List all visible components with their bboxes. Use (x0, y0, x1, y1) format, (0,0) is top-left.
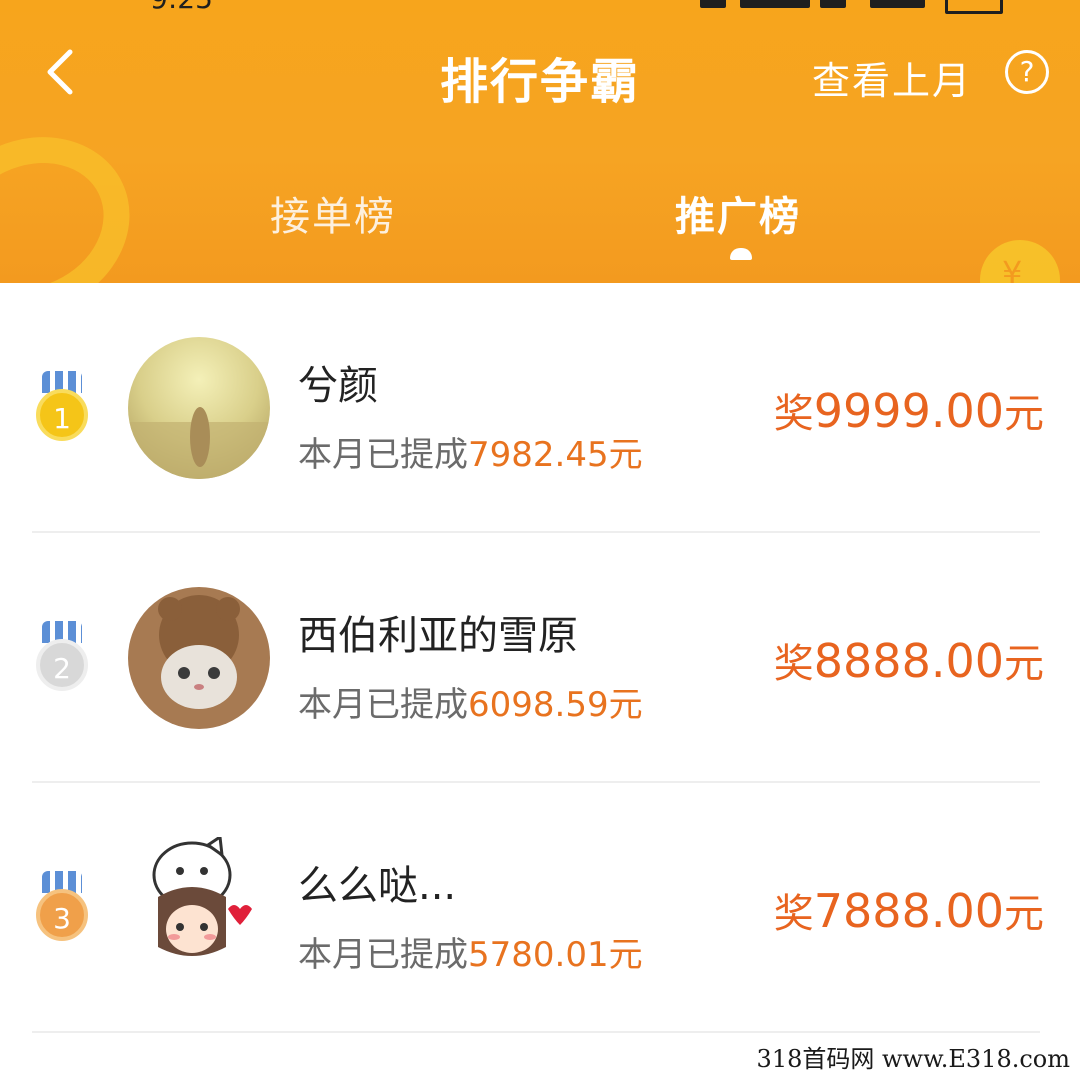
user-name: 么么哒... (298, 863, 457, 909)
battery-icon (945, 0, 1003, 14)
earned-amount: 5780.01元 (468, 935, 643, 975)
bronze-medal-icon: 3 (34, 871, 90, 951)
decor-ring (0, 105, 159, 283)
prize-amount: 奖9999.00元 (773, 384, 1044, 438)
status-time: 9:25 (150, 0, 213, 15)
divider (32, 1031, 1040, 1033)
avatar[interactable] (128, 587, 270, 729)
ranking-row[interactable]: 1 兮颜 本月已提成7982.45元 奖9999.00元 (0, 283, 1080, 533)
tab-promotion[interactable]: 推广榜 (675, 184, 801, 242)
gold-medal-icon: 1 (34, 371, 90, 451)
prize-amount: 奖7888.00元 (773, 884, 1044, 938)
silver-medal-icon: 2 (34, 621, 90, 701)
earned-amount: 6098.59元 (468, 685, 643, 725)
earned-amount: 7982.45元 (468, 435, 643, 475)
status-bar: 9:25 (0, 0, 1080, 15)
tab-indicator (730, 248, 752, 260)
earned-text: 本月已提成6098.59元 (298, 685, 643, 725)
user-name: 西伯利亚的雪原 (298, 613, 578, 659)
prize-amount: 奖8888.00元 (773, 634, 1044, 688)
view-last-month-link[interactable]: 查看上月 (812, 50, 972, 105)
signal-bars-2-icon (870, 0, 925, 8)
user-name: 兮颜 (298, 363, 378, 409)
coin-icon: ¥ (980, 240, 1060, 283)
avatar[interactable] (128, 337, 270, 479)
avatar[interactable] (128, 837, 270, 979)
signal-bars-icon (740, 0, 810, 8)
help-icon[interactable]: ? (1005, 50, 1049, 94)
ranking-row[interactable]: 3 么么哒... 本月已提成5780.01元 奖7888.00元 (0, 783, 1080, 1033)
wifi-icon (820, 0, 846, 8)
tab-orders[interactable]: 接单榜 (270, 184, 396, 242)
earned-text: 本月已提成5780.01元 (298, 935, 643, 975)
header: ¥ 9:25 排行争霸 查看上月 ? 接单榜 推广榜 (0, 0, 1080, 283)
earned-text: 本月已提成7982.45元 (298, 435, 643, 475)
signal-icon (700, 0, 726, 8)
ranking-row[interactable]: 2 西伯利亚的雪原 本月已提成6098.59元 奖8888.00元 (0, 533, 1080, 783)
watermark: 318首码网 www.E318.com (752, 1039, 1074, 1074)
